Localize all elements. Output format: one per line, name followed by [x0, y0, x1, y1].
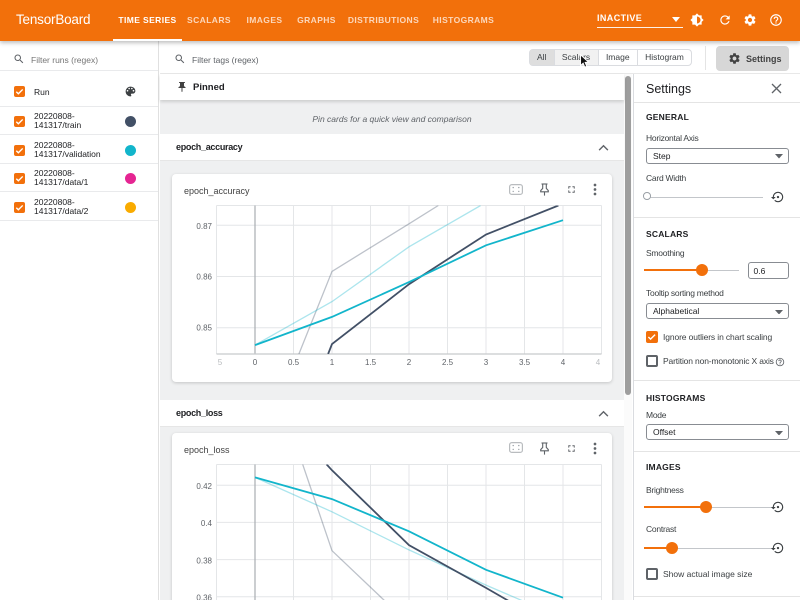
svg-text:3: 3 — [484, 358, 489, 367]
svg-text:1.5: 1.5 — [365, 358, 377, 367]
svg-text:4: 4 — [596, 358, 601, 367]
svg-text:0.5: 0.5 — [288, 358, 300, 367]
svg-text:0.87: 0.87 — [196, 222, 212, 231]
svg-text:0.4: 0.4 — [201, 519, 213, 528]
svg-text:4: 4 — [561, 358, 566, 367]
svg-text:2: 2 — [407, 358, 412, 367]
svg-text:5: 5 — [218, 358, 223, 367]
svg-text:0.85: 0.85 — [196, 324, 212, 333]
svg-text:2.5: 2.5 — [442, 358, 454, 367]
svg-text:0.86: 0.86 — [196, 273, 212, 282]
svg-text:0.38: 0.38 — [196, 556, 212, 565]
svg-text:1: 1 — [330, 358, 335, 367]
svg-text:0: 0 — [253, 358, 258, 367]
svg-text:0.36: 0.36 — [196, 593, 212, 600]
svg-text:3.5: 3.5 — [519, 358, 531, 367]
svg-text:0.42: 0.42 — [196, 481, 212, 490]
